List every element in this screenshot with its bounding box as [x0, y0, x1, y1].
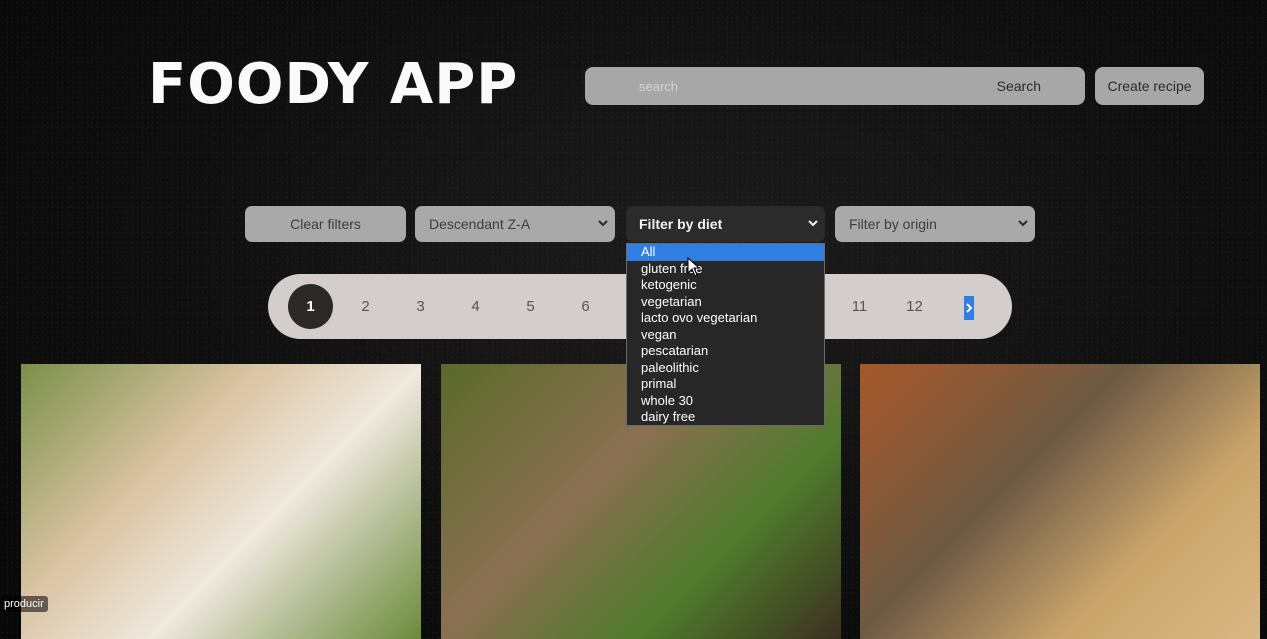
- page-button-12[interactable]: 12: [892, 284, 937, 329]
- diet-option[interactable]: gluten free: [627, 261, 824, 278]
- diet-select[interactable]: Filter by diet: [626, 206, 825, 242]
- diet-option[interactable]: lacto ovo vegetarian: [627, 310, 824, 327]
- diet-option[interactable]: whole 30: [627, 393, 824, 410]
- page-button-5[interactable]: 5: [508, 284, 553, 329]
- origin-select[interactable]: Filter by origin: [835, 206, 1035, 242]
- diet-select-value: Filter by diet: [639, 216, 723, 232]
- search-input[interactable]: [637, 70, 961, 102]
- search-button[interactable]: Search: [997, 67, 1041, 105]
- recipe-card-image[interactable]: [21, 364, 421, 639]
- diet-option[interactable]: dairy free: [627, 409, 824, 426]
- page-button-6[interactable]: 6: [563, 284, 608, 329]
- video-overlay-text: producir: [0, 596, 48, 612]
- page-button-2[interactable]: 2: [343, 284, 388, 329]
- next-page-button[interactable]: [964, 296, 974, 320]
- diet-option[interactable]: All: [627, 244, 824, 261]
- page-button-3[interactable]: 3: [398, 284, 443, 329]
- diet-dropdown-list: All gluten free ketogenic vegetarian lac…: [626, 243, 825, 426]
- search-bar: Search: [585, 67, 1085, 105]
- diet-option[interactable]: vegan: [627, 327, 824, 344]
- page-button-1[interactable]: 1: [288, 284, 333, 329]
- chevron-right-icon: [966, 303, 973, 313]
- chevron-down-icon: [598, 220, 608, 227]
- app-logo: FOODY APP: [148, 52, 519, 117]
- mouse-cursor-icon: [687, 257, 701, 277]
- diet-option[interactable]: ketogenic: [627, 277, 824, 294]
- page-button-11[interactable]: 11: [837, 284, 882, 329]
- clear-filters-button[interactable]: Clear filters: [245, 206, 406, 242]
- recipe-card-image[interactable]: [860, 364, 1260, 639]
- chevron-down-icon: [808, 220, 818, 227]
- create-recipe-button[interactable]: Create recipe: [1095, 67, 1204, 105]
- sort-select[interactable]: Descendant Z-A: [415, 206, 615, 242]
- origin-select-value: Filter by origin: [849, 216, 937, 232]
- page-button-4[interactable]: 4: [453, 284, 498, 329]
- diet-option[interactable]: primal: [627, 376, 824, 393]
- diet-option[interactable]: pescatarian: [627, 343, 824, 360]
- diet-option[interactable]: vegetarian: [627, 294, 824, 311]
- chevron-down-icon: [1018, 220, 1028, 227]
- sort-select-value: Descendant Z-A: [429, 216, 531, 232]
- diet-option[interactable]: paleolithic: [627, 360, 824, 377]
